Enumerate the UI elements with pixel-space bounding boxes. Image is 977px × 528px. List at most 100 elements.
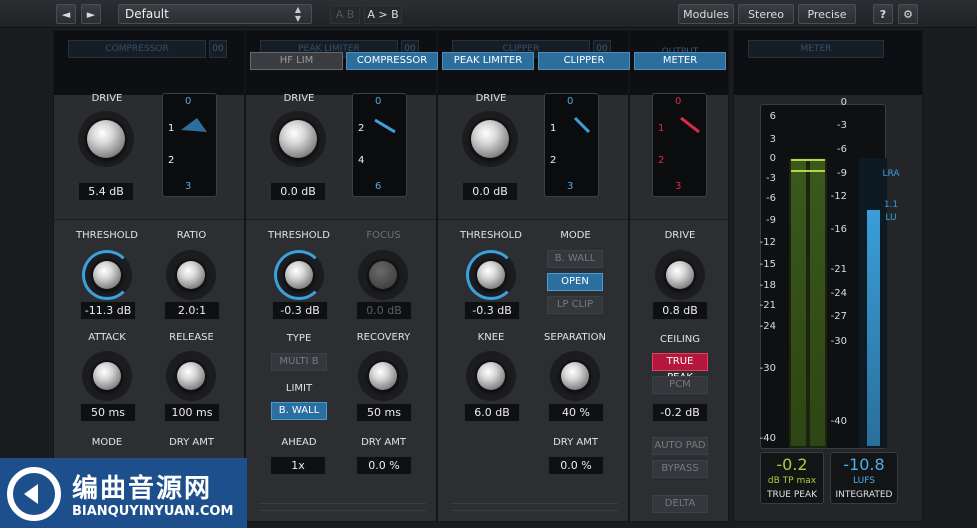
threshold-value[interactable]: -0.3 dB — [464, 301, 520, 320]
release-value[interactable]: 100 ms — [164, 403, 220, 422]
modules-button[interactable]: Modules — [678, 4, 734, 24]
watermark-title: 编曲音源网 — [72, 474, 213, 504]
lufs-readout[interactable]: -10.8 LUFS INTEGRATED — [830, 452, 898, 504]
scale-tick: -40 — [830, 416, 847, 427]
limit-brickwall-button[interactable]: B. WALL — [271, 402, 327, 420]
scale-tick: -21 — [830, 264, 847, 275]
drive-value[interactable]: 5.4 dB — [78, 182, 134, 201]
preset-stepper-icon[interactable]: ▲ ▼ — [287, 5, 309, 23]
output-drive-value[interactable]: 0.8 dB — [652, 301, 708, 320]
threshold-knob[interactable] — [82, 250, 132, 300]
mode-open-button[interactable]: OPEN — [547, 273, 603, 291]
tab-hf-lim[interactable]: HF LIM — [250, 52, 343, 70]
tab-meter[interactable]: METER — [634, 52, 726, 70]
dry-amt-value[interactable]: 0.0 % — [548, 456, 604, 475]
knee-label: KNEE — [477, 332, 505, 343]
stereo-button[interactable]: Stereo — [738, 4, 794, 24]
ab-toggle[interactable]: A B — [330, 5, 360, 24]
tab-clipper[interactable]: CLIPPER — [538, 52, 630, 70]
dry-amt-value[interactable]: 0.0 % — [356, 456, 412, 475]
compressor-panel: COMPRESSOR 00 DRIVE 5.4 dB 0 1 2 3 THRES… — [53, 30, 245, 522]
ratio-value[interactable]: 2.0:1 — [164, 301, 220, 320]
panel-scrollbar[interactable] — [450, 503, 618, 511]
divider — [54, 219, 244, 220]
drive-label: DRIVE — [91, 93, 123, 104]
focus-knob[interactable] — [358, 250, 408, 300]
scale-tick: 0 — [840, 97, 847, 108]
focus-label: FOCUS — [366, 230, 401, 241]
threshold-label: THRESHOLD — [268, 230, 330, 241]
peak-hold-line — [791, 159, 825, 161]
threshold-knob[interactable] — [466, 250, 516, 300]
true-peak-readout[interactable]: -0.2 dB TP max TRUE PEAK — [760, 452, 824, 504]
true-peak-button[interactable]: TRUE PEAK — [652, 353, 708, 383]
peak-hold-line — [791, 170, 825, 172]
drive-knob[interactable] — [270, 111, 326, 167]
top-toolbar: ◄ ► Default ▲ ▼ A B A > B Modules Stereo … — [0, 0, 977, 28]
redo-arrow-icon[interactable]: ► — [81, 4, 101, 24]
tab-peak-limiter[interactable]: PEAK LIMITER — [442, 52, 534, 70]
lra-value: 1.1 — [883, 200, 899, 210]
auto-pad-button[interactable]: AUTO PAD — [652, 437, 708, 455]
drive-label: DRIVE — [475, 93, 507, 104]
threshold-value[interactable]: -0.3 dB — [272, 301, 328, 320]
ceiling-value[interactable]: -0.2 dB — [652, 403, 708, 422]
drive-knob[interactable] — [462, 111, 518, 167]
scale-tick: -12 — [830, 191, 847, 202]
loudness-meter-bar — [867, 210, 880, 446]
scale-tick: -12 — [759, 237, 776, 248]
tab-compressor[interactable]: COMPRESSOR — [346, 52, 438, 70]
transfer-curve — [573, 116, 591, 134]
recovery-value[interactable]: 50 ms — [356, 403, 412, 422]
mode-brickwall-button[interactable]: B. WALL — [547, 250, 603, 268]
focus-value[interactable]: 0.0 dB — [356, 301, 412, 320]
compressor-title[interactable]: COMPRESSOR — [68, 40, 206, 58]
attack-knob[interactable] — [82, 351, 132, 401]
undo-arrow-icon[interactable]: ◄ — [56, 4, 76, 24]
true-peak-value: -0.2 — [776, 455, 808, 474]
dry-amt-label: DRY AMT — [553, 437, 598, 448]
knee-knob[interactable] — [466, 351, 516, 401]
attack-value[interactable]: 50 ms — [80, 403, 136, 422]
peak-meter-right-bar — [810, 160, 825, 446]
panel-scrollbar[interactable] — [258, 503, 426, 511]
divider — [246, 219, 436, 220]
separation-value[interactable]: 40 % — [548, 403, 604, 422]
dry-amt-label: DRY AMT — [169, 437, 214, 448]
preset-dropdown[interactable]: Default ▲ ▼ — [118, 4, 312, 24]
type-multiband-button[interactable]: MULTI B — [271, 353, 327, 371]
drive-value[interactable]: 0.0 dB — [462, 182, 518, 201]
precise-button[interactable]: Precise — [798, 4, 856, 24]
drive-value[interactable]: 0.0 dB — [270, 182, 326, 201]
gear-icon[interactable]: ⚙ — [898, 4, 918, 24]
ratio-knob[interactable] — [166, 250, 216, 300]
lufs-value: -10.8 — [843, 455, 885, 474]
recovery-knob[interactable] — [358, 351, 408, 401]
scale-tick: -24 — [759, 321, 776, 332]
true-peak-label: TRUE PEAK — [766, 490, 818, 500]
clipper-panel: CLIPPER 00 DRIVE 0.0 dB 0 1 2 3 THRESHOL… — [437, 30, 629, 522]
dry-amt-label: DRY AMT — [361, 437, 406, 448]
bypass-button[interactable]: BYPASS — [652, 460, 708, 478]
release-label: RELEASE — [169, 332, 214, 343]
compressor-slot[interactable]: 00 — [209, 40, 227, 58]
compressor-graph: 0 1 2 3 — [162, 93, 217, 197]
meter-title[interactable]: METER — [748, 40, 884, 58]
help-icon[interactable]: ? — [873, 4, 893, 24]
threshold-value[interactable]: -11.3 dB — [80, 301, 136, 320]
divider — [630, 219, 728, 220]
peak-meter-left-bar — [791, 160, 806, 446]
drive-label: DRIVE — [664, 230, 696, 241]
pcm-button[interactable]: PCM — [652, 376, 708, 394]
threshold-knob[interactable] — [274, 250, 324, 300]
output-drive-knob[interactable] — [655, 250, 705, 300]
ahead-value[interactable]: 1x — [270, 456, 326, 475]
ahead-label: AHEAD — [281, 437, 317, 448]
drive-knob[interactable] — [78, 111, 134, 167]
knee-value[interactable]: 6.0 dB — [464, 403, 520, 422]
ab-copy-button[interactable]: A > B — [364, 5, 402, 24]
release-knob[interactable] — [166, 351, 216, 401]
mode-lp-clip-button[interactable]: LP CLIP — [547, 296, 603, 314]
delta-button[interactable]: DELTA — [652, 495, 708, 513]
separation-knob[interactable] — [550, 351, 600, 401]
